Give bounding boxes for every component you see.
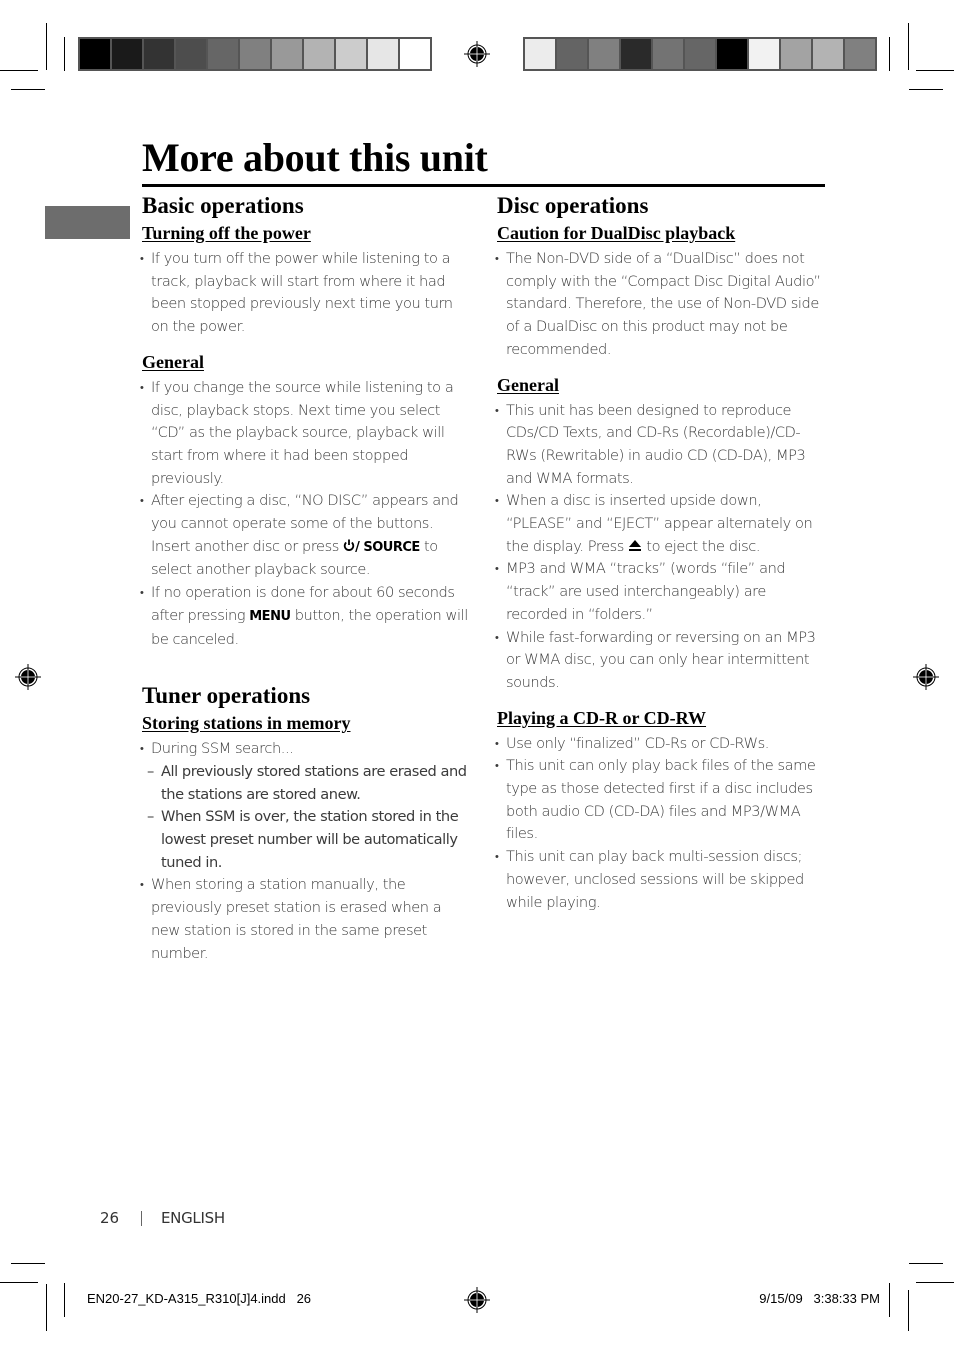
color-swatch (80, 39, 110, 69)
color-calibration-bar-right (523, 37, 877, 71)
color-swatch (781, 39, 811, 69)
list-item: This unit can only play back files of th… (495, 755, 827, 846)
source-key-label: / SOURCE (355, 539, 420, 555)
section-heading-basic-operations: Basic operations (142, 193, 304, 218)
list-item: While fast-forwarding or reversing on an… (495, 627, 827, 695)
color-swatch (749, 39, 779, 69)
list-item-text: When SSM is over, the station stored in … (161, 808, 459, 871)
color-swatch (336, 39, 366, 69)
crop-mark (909, 89, 943, 90)
footer-separator (141, 1211, 142, 1226)
subheading-general: General (142, 351, 204, 372)
subheading-general: General (497, 374, 559, 395)
subheading-storing-stations: Storing stations in memory (142, 713, 351, 734)
slug-filename: EN20-27_KD-A315_R310[J]4.indd 26 (87, 1291, 312, 1306)
crop-mark (916, 1282, 954, 1283)
eject-icon (629, 539, 642, 551)
crop-mark (889, 37, 890, 71)
page-title: More about this unit (142, 135, 488, 180)
color-swatch (368, 39, 398, 69)
color-swatch (144, 39, 174, 69)
crop-mark (889, 1283, 890, 1317)
subheading-playing-cdr: Playing a CD-R or CD-RW (497, 707, 707, 728)
slug-timestamp: 9/15/09 3:38:33 PM (759, 1291, 880, 1306)
list-item: If you change the source while listening… (140, 377, 472, 491)
list-item-text: All previously stored stations are erase… (161, 762, 467, 803)
list-disc-general: This unit has been designed to reproduce… (495, 400, 827, 695)
menu-key-label: MENU (249, 608, 291, 624)
list-item: If no operation is done for about 60 sec… (140, 582, 472, 651)
registration-mark-icon (15, 664, 41, 690)
registration-mark-icon (464, 1287, 490, 1313)
color-swatch (208, 39, 238, 69)
list-item: If you turn off the power while listenin… (140, 248, 472, 339)
dash-marker: – (147, 808, 154, 826)
subheading-turning-off-power: Turning off the power (142, 223, 311, 243)
color-swatch (845, 39, 875, 69)
list-item: After ejecting a disc, “NO DISC” appears… (140, 490, 472, 582)
color-swatch (653, 39, 683, 69)
language-tab-marker (45, 206, 130, 239)
crop-mark (909, 1263, 943, 1264)
crop-mark (0, 1282, 38, 1283)
list-dualdisc-caution: The Non-DVD side of a “DualDisc” does no… (495, 248, 827, 362)
list-item: During SSM search... (140, 738, 472, 761)
power-icon (343, 539, 355, 551)
left-column: Basic operations Turning off the power I… (140, 191, 472, 965)
color-swatch (621, 39, 651, 69)
registration-mark-icon (464, 41, 490, 67)
list-subitem: – All previously stored stations are eras… (142, 761, 472, 806)
page-number: 26 (100, 1209, 120, 1227)
list-item: This unit has been designed to reproduce… (495, 400, 827, 491)
crop-mark (11, 1263, 45, 1264)
crop-mark (11, 89, 45, 90)
list-item: The Non-DVD side of a “DualDisc” does no… (495, 248, 827, 362)
crop-mark (908, 23, 909, 70)
color-swatch (589, 39, 619, 69)
color-swatch (813, 39, 843, 69)
color-swatch (272, 39, 302, 69)
list-item: When storing a station manually, the pre… (140, 874, 472, 965)
section-heading-disc-operations: Disc operations (497, 193, 649, 218)
color-swatch (304, 39, 334, 69)
list-general: If you change the source while listening… (140, 377, 472, 651)
title-rule (142, 184, 825, 187)
color-swatch (685, 39, 715, 69)
footer-language: ENGLISH (161, 1209, 225, 1227)
registration-mark-icon (913, 664, 939, 690)
color-swatch (717, 39, 747, 69)
list-item: This unit can play back multi-session di… (495, 846, 827, 914)
color-swatch (240, 39, 270, 69)
color-swatch (176, 39, 206, 69)
crop-mark (916, 70, 954, 71)
list-storing-stations: During SSM search... –All previously sto… (140, 738, 472, 965)
list-item-text: to eject the disc. (642, 537, 761, 555)
color-swatch (557, 39, 587, 69)
list-playing-cdr: Use only “finalized” CD-Rs or CD-RWs. Th… (495, 733, 827, 915)
dash-marker: – (147, 762, 154, 780)
color-calibration-bar-left (78, 37, 432, 71)
subheading-dualdisc-caution: Caution for DualDisc playback (497, 223, 736, 243)
crop-mark (64, 1283, 65, 1317)
crop-mark (908, 1290, 909, 1331)
list-item: Use only “finalized” CD-Rs or CD-RWs. (495, 733, 827, 756)
right-column: Disc operations Caution for DualDisc pla… (495, 191, 827, 915)
list-item: MP3 and WMA “tracks” (words “file” and “… (495, 558, 827, 626)
list-subitem: – When SSM is over, the station stored in… (142, 806, 472, 874)
color-swatch (400, 39, 430, 69)
list-turning-off-power: If you turn off the power while listenin… (140, 248, 472, 339)
list-item: When a disc is inserted upside down, “PL… (495, 490, 827, 558)
color-swatch (112, 39, 142, 69)
color-swatch (525, 39, 555, 69)
crop-mark (46, 23, 47, 70)
crop-mark (64, 37, 65, 71)
crop-mark (46, 1284, 47, 1331)
section-heading-tuner-operations: Tuner operations (142, 683, 311, 709)
crop-mark (0, 70, 38, 71)
